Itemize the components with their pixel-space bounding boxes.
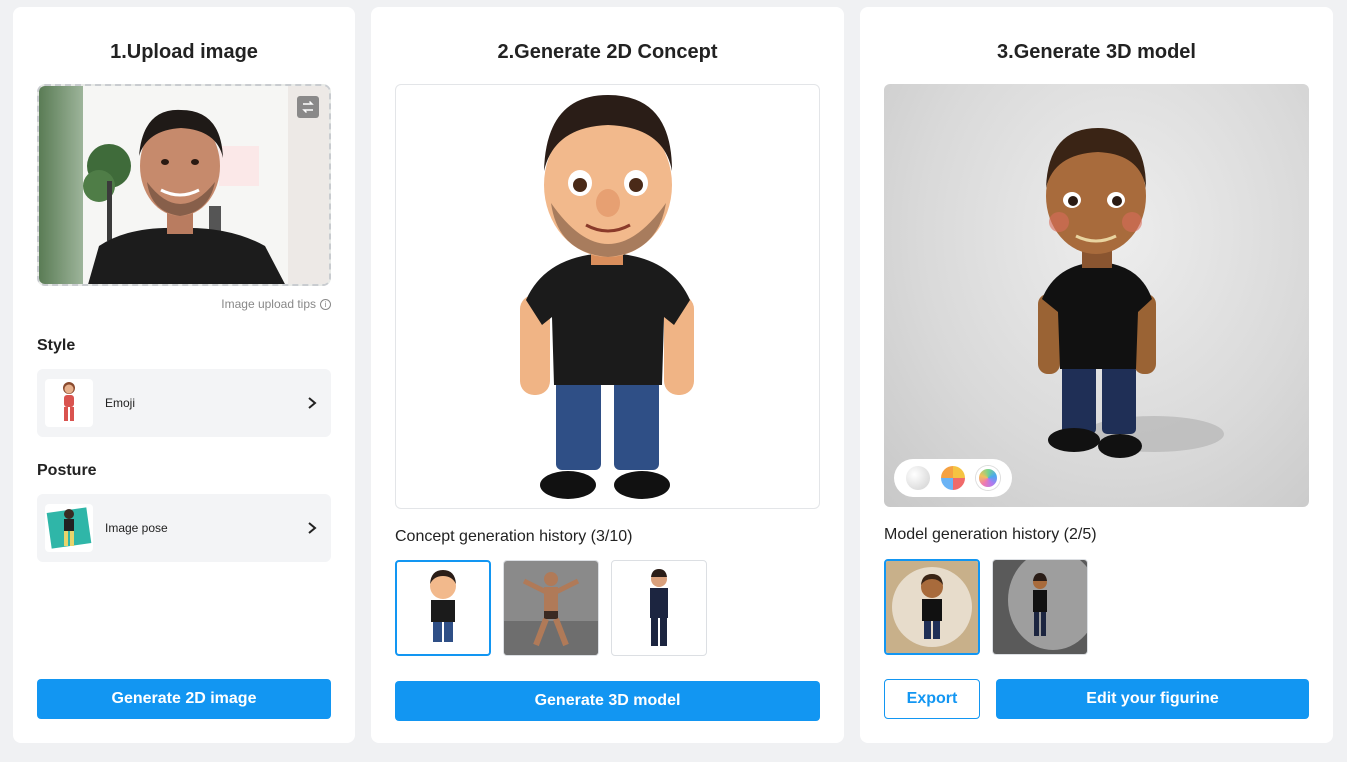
model-history-item[interactable]: [884, 559, 980, 655]
upload-tips-text: Image upload tips: [221, 297, 316, 311]
uploaded-photo: [39, 86, 329, 284]
concept-preview: [395, 84, 820, 509]
concept-history-item[interactable]: [611, 560, 707, 656]
style-thumbnail: [45, 379, 93, 427]
swap-image-button[interactable]: [297, 96, 319, 118]
step3-title: 3.Generate 3D model: [997, 41, 1196, 63]
material-color-icon[interactable]: [940, 466, 965, 490]
chevron-right-icon: [308, 397, 317, 409]
3d-model-viewer[interactable]: [884, 84, 1309, 507]
edit-figurine-button[interactable]: Edit your figurine: [996, 679, 1309, 719]
concept-history-item[interactable]: [503, 560, 599, 656]
style-selector[interactable]: Emoji: [37, 369, 331, 437]
upload-panel: 1.Upload image Image upload tips i Style…: [13, 7, 355, 743]
posture-thumbnail: [45, 504, 93, 552]
step2-title: 2.Generate 2D Concept: [497, 41, 718, 63]
export-button[interactable]: Export: [884, 679, 980, 719]
generate-3d-model-button[interactable]: Generate 3D model: [395, 681, 820, 721]
concept-history-label: Concept generation history (3/10): [395, 528, 633, 545]
concept-history-item[interactable]: [395, 560, 491, 656]
posture-selector[interactable]: Image pose: [37, 494, 331, 562]
material-white-icon[interactable]: [905, 466, 930, 490]
model-panel: 3.Generate 3D model Model generation his…: [860, 7, 1333, 743]
material-selector: [894, 459, 1012, 497]
concept-panel: 2.Generate 2D Concept Concept generation…: [371, 7, 844, 743]
info-icon: i: [320, 298, 331, 310]
model-history-item[interactable]: [992, 559, 1088, 655]
uploaded-image-dropzone[interactable]: [37, 84, 331, 286]
image-upload-tips-link[interactable]: Image upload tips i: [221, 297, 331, 311]
generate-2d-image-button[interactable]: Generate 2D image: [37, 679, 331, 719]
3d-model-render: [1038, 128, 1224, 458]
posture-label: Posture: [37, 462, 97, 479]
material-iridescent-icon[interactable]: [976, 466, 1001, 490]
model-history-label: Model generation history (2/5): [884, 526, 1097, 543]
swap-icon: [302, 100, 314, 114]
posture-value: Image pose: [105, 521, 168, 535]
style-label: Style: [37, 337, 76, 354]
style-value: Emoji: [105, 396, 136, 410]
chevron-right-icon: [308, 522, 317, 534]
concept-figure-image: [520, 95, 694, 499]
step1-title: 1.Upload image: [110, 41, 258, 63]
